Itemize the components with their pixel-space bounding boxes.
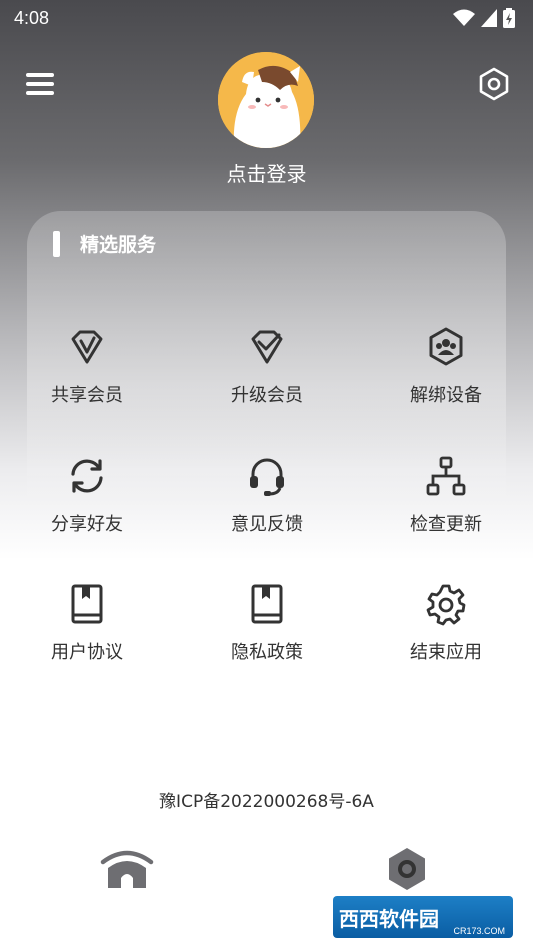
service-user-agreement[interactable]: 用户协议: [17, 582, 157, 682]
gear-icon: [426, 584, 466, 626]
avatar[interactable]: [218, 52, 314, 148]
watermark-sub: CR173.COM: [453, 926, 505, 936]
watermark-logo: 西西软件园 CR173.COM: [333, 896, 513, 938]
wifi-icon: [453, 9, 475, 26]
service-check-update[interactable]: 检查更新: [376, 454, 516, 554]
service-label: 意见反馈: [231, 514, 303, 535]
title-accent-bar: [53, 231, 60, 257]
login-label[interactable]: 点击登录: [0, 158, 533, 187]
service-share-vip[interactable]: 共享会员: [17, 325, 157, 425]
service-unbind-device[interactable]: 解绑设备: [376, 325, 516, 425]
hexagon-settings-icon[interactable]: [384, 846, 430, 892]
status-time: 4:08: [14, 7, 50, 28]
book-icon: [71, 584, 103, 624]
icp-license: 豫ICP备2022000268号-6A: [159, 792, 374, 812]
device-users-icon: [429, 327, 463, 366]
service-exit-app[interactable]: 结束应用: [376, 582, 516, 682]
diamond-check-icon: [251, 330, 283, 364]
menu-icon[interactable]: [24, 70, 56, 98]
headset-icon: [250, 458, 284, 496]
service-label: 检查更新: [410, 514, 482, 535]
status-icons: [453, 8, 515, 28]
service-label: 分享好友: [51, 514, 123, 535]
watermark-text: 西西软件园: [339, 906, 439, 931]
service-label: 共享会员: [51, 385, 123, 406]
service-label: 用户协议: [51, 642, 123, 663]
service-label: 升级会员: [231, 385, 303, 406]
signal-icon: [481, 9, 497, 27]
service-feedback[interactable]: 意见反馈: [197, 454, 337, 554]
hierarchy-icon: [426, 456, 466, 496]
service-label: 隐私政策: [231, 642, 303, 663]
service-upgrade-vip[interactable]: 升级会员: [197, 325, 337, 425]
home-icon[interactable]: [99, 846, 155, 892]
vip-diamond-icon: [71, 330, 103, 364]
service-privacy-policy[interactable]: 隐私政策: [197, 582, 337, 682]
hexagon-settings-icon[interactable]: [476, 66, 512, 102]
service-label: 结束应用: [410, 642, 482, 663]
refresh-icon: [71, 459, 103, 493]
cat-avatar-icon: [218, 52, 314, 148]
book-icon: [251, 584, 283, 624]
service-label: 解绑设备: [410, 385, 482, 406]
service-share-friends[interactable]: 分享好友: [17, 454, 157, 554]
services-title: 精选服务: [80, 234, 157, 256]
battery-icon: [503, 8, 515, 28]
status-bar: 4:08: [0, 0, 533, 36]
